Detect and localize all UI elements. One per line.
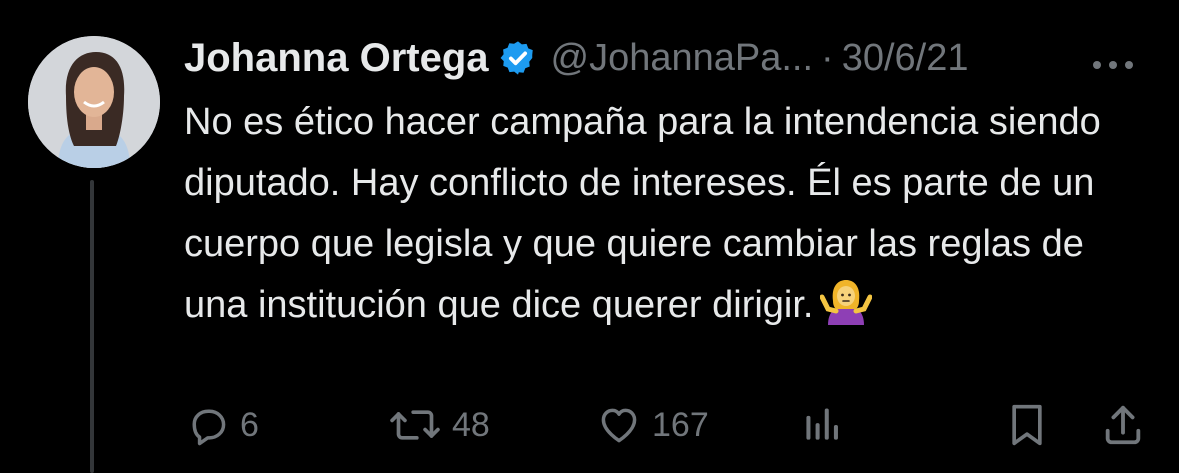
tweet-date[interactable]: 30/6/21 [842, 37, 969, 80]
tweet-text: No es ético hacer campaña para la intend… [184, 101, 1101, 326]
person-shrugging-emoji [819, 279, 872, 325]
action-bar: 6 48 167 [0, 395, 1179, 455]
bookmark-button[interactable] [1005, 395, 1049, 455]
author-name[interactable]: Johanna Ortega [184, 36, 489, 81]
share-button[interactable] [1100, 395, 1146, 455]
tweet-text-block: No es ético hacer campaña para la intend… [184, 92, 1154, 336]
bookmark-icon [1005, 401, 1049, 449]
retweet-button[interactable]: 48 [388, 395, 490, 455]
retweet-count: 48 [452, 405, 490, 444]
separator-dot: · [821, 36, 834, 79]
verified-badge-icon [499, 39, 537, 77]
retweet-icon [388, 403, 442, 447]
views-button[interactable] [800, 395, 844, 455]
share-icon [1100, 402, 1146, 448]
author-handle[interactable]: @JohannaPa... [551, 37, 814, 80]
like-count: 167 [652, 405, 709, 444]
avatar[interactable] [28, 36, 160, 168]
more-horizontal-icon[interactable] [1092, 36, 1134, 81]
reply-button[interactable]: 6 [186, 395, 259, 455]
analytics-icon [800, 403, 844, 447]
reply-count: 6 [240, 405, 259, 444]
tweet-header: Johanna Ortega @JohannaPa... · 30/6/21 [184, 30, 1144, 86]
like-button[interactable]: 167 [596, 395, 709, 455]
reply-icon [186, 403, 230, 447]
heart-icon [596, 403, 642, 447]
